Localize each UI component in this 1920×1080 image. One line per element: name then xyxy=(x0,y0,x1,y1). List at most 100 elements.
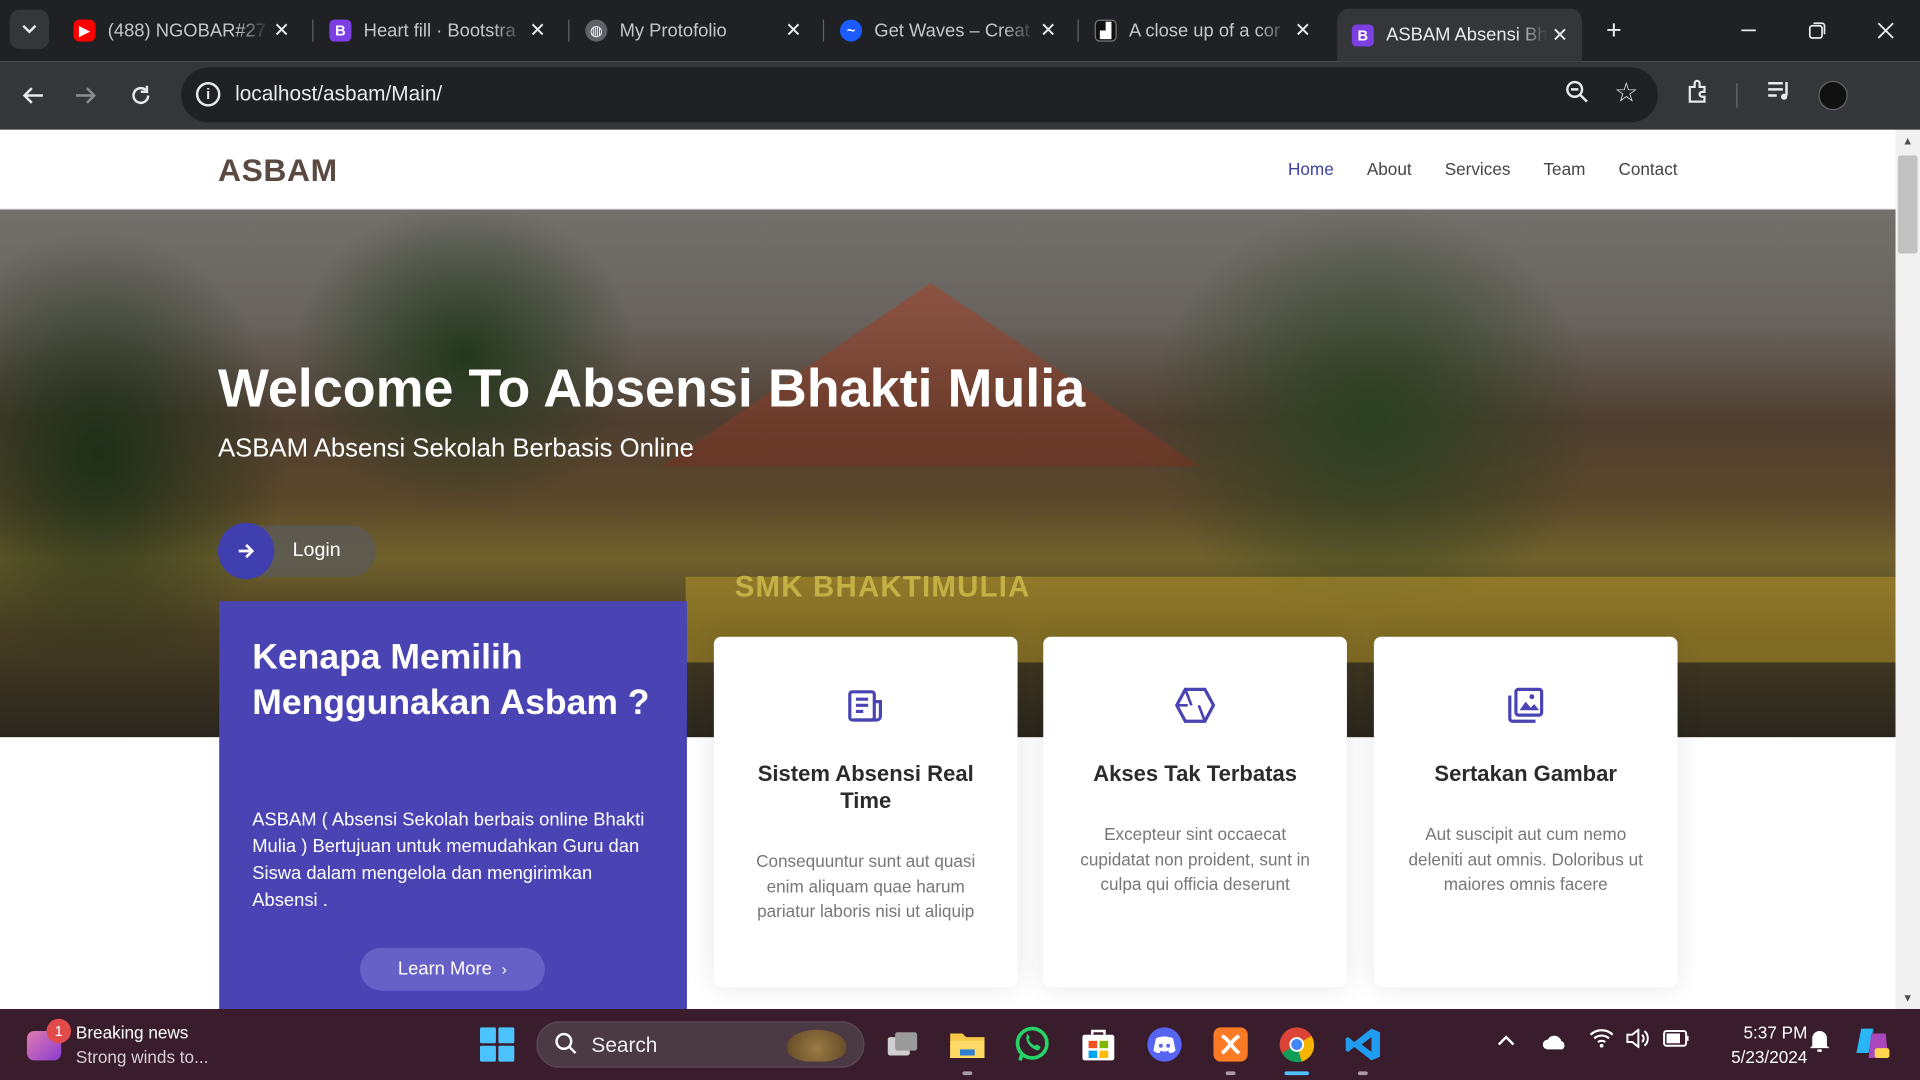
nav-services[interactable]: Services xyxy=(1445,159,1511,179)
show-hidden-icons-chevron-icon[interactable] xyxy=(1496,1029,1516,1053)
close-icon[interactable]: ✕ xyxy=(525,18,549,42)
copilot-icon[interactable] xyxy=(1854,1026,1891,1066)
onedrive-cloud-icon[interactable] xyxy=(1542,1032,1569,1056)
tab-separator xyxy=(312,19,314,42)
news-title: Breaking news xyxy=(75,1022,189,1043)
zoom-icon[interactable] xyxy=(1565,80,1589,112)
taskbar-file-explorer[interactable] xyxy=(947,1024,989,1076)
taskbar-whatsapp[interactable] xyxy=(1011,1024,1053,1066)
scrollbar-thumb[interactable] xyxy=(1897,155,1918,254)
whatsapp-icon xyxy=(1015,1026,1049,1061)
bootstrap-icon: B xyxy=(329,19,352,42)
tab-title: A close up of a cor xyxy=(1128,20,1281,42)
why-asbam-box: Kenapa Memilih Menggunakan Asbam ? ASBAM… xyxy=(219,601,687,1009)
search-label: Search xyxy=(591,1033,658,1057)
nav-team[interactable]: Team xyxy=(1543,159,1585,179)
wifi-icon[interactable] xyxy=(1589,1029,1614,1055)
scroll-up-arrow-icon[interactable]: ▲ xyxy=(1896,135,1920,147)
close-icon[interactable]: ✕ xyxy=(269,18,293,42)
learn-more-label: Learn More xyxy=(397,958,492,980)
site-nav: Home About Services Team Contact xyxy=(1288,159,1678,179)
address-bar[interactable]: i localhost/asbam/Main/ ☆ xyxy=(181,67,1658,123)
nav-about[interactable]: About xyxy=(1367,159,1412,179)
feature-card-images: Sertakan Gambar Aut suscipit aut cum nem… xyxy=(1373,636,1678,987)
close-icon[interactable]: ✕ xyxy=(1548,23,1572,47)
hero-background-sign: SMK BHAKTIMULIA xyxy=(734,570,1031,604)
tab-asbam[interactable]: B ASBAM Absensi Bh ✕ xyxy=(1337,8,1583,62)
page-scrollbar[interactable]: ▲ ▼ xyxy=(1895,129,1920,1009)
close-icon[interactable]: ✕ xyxy=(781,18,805,42)
taskbar-microsoft-store[interactable] xyxy=(1078,1024,1120,1066)
volume-icon[interactable] xyxy=(1626,1027,1650,1055)
windows-logo-icon xyxy=(480,1027,496,1044)
site-info-icon[interactable]: i xyxy=(195,82,221,107)
youtube-icon: ▶ xyxy=(73,19,96,42)
search-icon xyxy=(555,1032,577,1060)
feature-card-title: Sistem Absensi Real Time xyxy=(757,761,974,814)
tab-image[interactable]: ▟ A close up of a cor ✕ xyxy=(1080,9,1325,53)
chevron-down-icon xyxy=(22,24,37,34)
why-body: ASBAM ( Absensi Sekolah berbais online B… xyxy=(252,809,645,912)
taskbar-vscode[interactable] xyxy=(1342,1024,1384,1076)
arrow-left-icon xyxy=(22,87,43,104)
close-icon xyxy=(1877,22,1894,39)
nav-contact[interactable]: Contact xyxy=(1618,159,1677,179)
chrome-icon xyxy=(1279,1027,1315,1063)
tab-getwaves[interactable]: ~ Get Waves – Creat ✕ xyxy=(825,9,1070,53)
bookmark-star-icon[interactable]: ☆ xyxy=(1614,77,1638,109)
taskbar-search[interactable]: Search xyxy=(536,1021,865,1068)
back-button[interactable] xyxy=(13,76,52,115)
windows-taskbar: 1 Breaking news Strong winds to... Searc… xyxy=(0,1008,1920,1080)
start-button[interactable] xyxy=(480,1027,515,1062)
feature-card-text: Consequuntur sunt aut quasi enim aliquam… xyxy=(756,851,976,921)
battery-icon[interactable] xyxy=(1663,1029,1690,1053)
restore-icon xyxy=(1808,22,1826,39)
close-icon[interactable]: ✕ xyxy=(1036,18,1060,42)
login-label: Login xyxy=(292,540,341,561)
clock-time: 5:37 PM xyxy=(1743,1022,1808,1043)
learn-more-button[interactable]: Learn More › xyxy=(360,947,545,991)
site-logo[interactable]: ASBAM xyxy=(218,152,338,190)
folder-icon xyxy=(950,1033,985,1058)
globe-icon: ◍ xyxy=(585,19,608,42)
tab-search-button[interactable] xyxy=(9,9,49,49)
media-queue-icon[interactable] xyxy=(1766,78,1793,110)
images-icon xyxy=(1374,686,1678,725)
taskbar-discord[interactable] xyxy=(1144,1024,1186,1066)
minimize-icon xyxy=(1741,29,1756,32)
news-widget[interactable]: 1 Breaking news Strong winds to... xyxy=(26,1018,247,1070)
new-tab-button[interactable]: + xyxy=(1598,15,1630,47)
feature-card-realtime: Sistem Absensi Real Time Consequuntur su… xyxy=(713,636,1018,987)
tab-youtube[interactable]: ▶ (488) NGOBAR#27 ✕ xyxy=(59,9,304,53)
arrow-right-icon xyxy=(75,87,97,104)
nav-home[interactable]: Home xyxy=(1288,159,1334,179)
toolbar-divider xyxy=(1736,83,1738,108)
tab-portfolio[interactable]: ◍ My Protofolio ✕ xyxy=(571,9,816,53)
tab-separator xyxy=(822,19,825,42)
extensions-icon[interactable] xyxy=(1685,78,1712,112)
restore-button[interactable] xyxy=(1783,0,1852,61)
task-view-icon xyxy=(887,1032,918,1056)
taskbar-chrome[interactable] xyxy=(1276,1024,1318,1076)
notification-bell-icon[interactable] xyxy=(1809,1029,1831,1060)
close-window-button[interactable] xyxy=(1851,0,1920,61)
url-text[interactable]: localhost/asbam/Main/ xyxy=(235,82,442,106)
forward-button[interactable] xyxy=(66,76,105,115)
news-badge: 1 xyxy=(46,1018,72,1044)
tab-bootstrap-heart[interactable]: B Heart fill · Bootstra ✕ xyxy=(315,9,560,53)
hero-title: Welcome To Absensi Bhakti Mulia xyxy=(217,358,1086,419)
profile-avatar[interactable] xyxy=(1818,80,1848,111)
reload-button[interactable] xyxy=(121,76,160,115)
close-icon[interactable]: ✕ xyxy=(1291,18,1315,42)
login-button[interactable]: Login xyxy=(217,522,376,580)
web-page: SMK BHAKTIMULIA Welcome To Absensi Bhakt… xyxy=(0,129,1896,1009)
scroll-down-arrow-icon[interactable]: ▼ xyxy=(1896,992,1920,1004)
bootstrap-icon: B xyxy=(1351,23,1374,46)
taskbar-task-view[interactable] xyxy=(882,1024,924,1066)
news-subtitle: Strong winds to... xyxy=(75,1046,209,1067)
taskbar-xampp[interactable] xyxy=(1210,1024,1252,1076)
turtle-highlight-icon xyxy=(787,1029,847,1062)
system-clock[interactable]: 5:37 PM 5/23/2024 xyxy=(1709,1020,1807,1069)
minimize-button[interactable] xyxy=(1714,0,1783,61)
store-icon xyxy=(1082,1029,1115,1061)
